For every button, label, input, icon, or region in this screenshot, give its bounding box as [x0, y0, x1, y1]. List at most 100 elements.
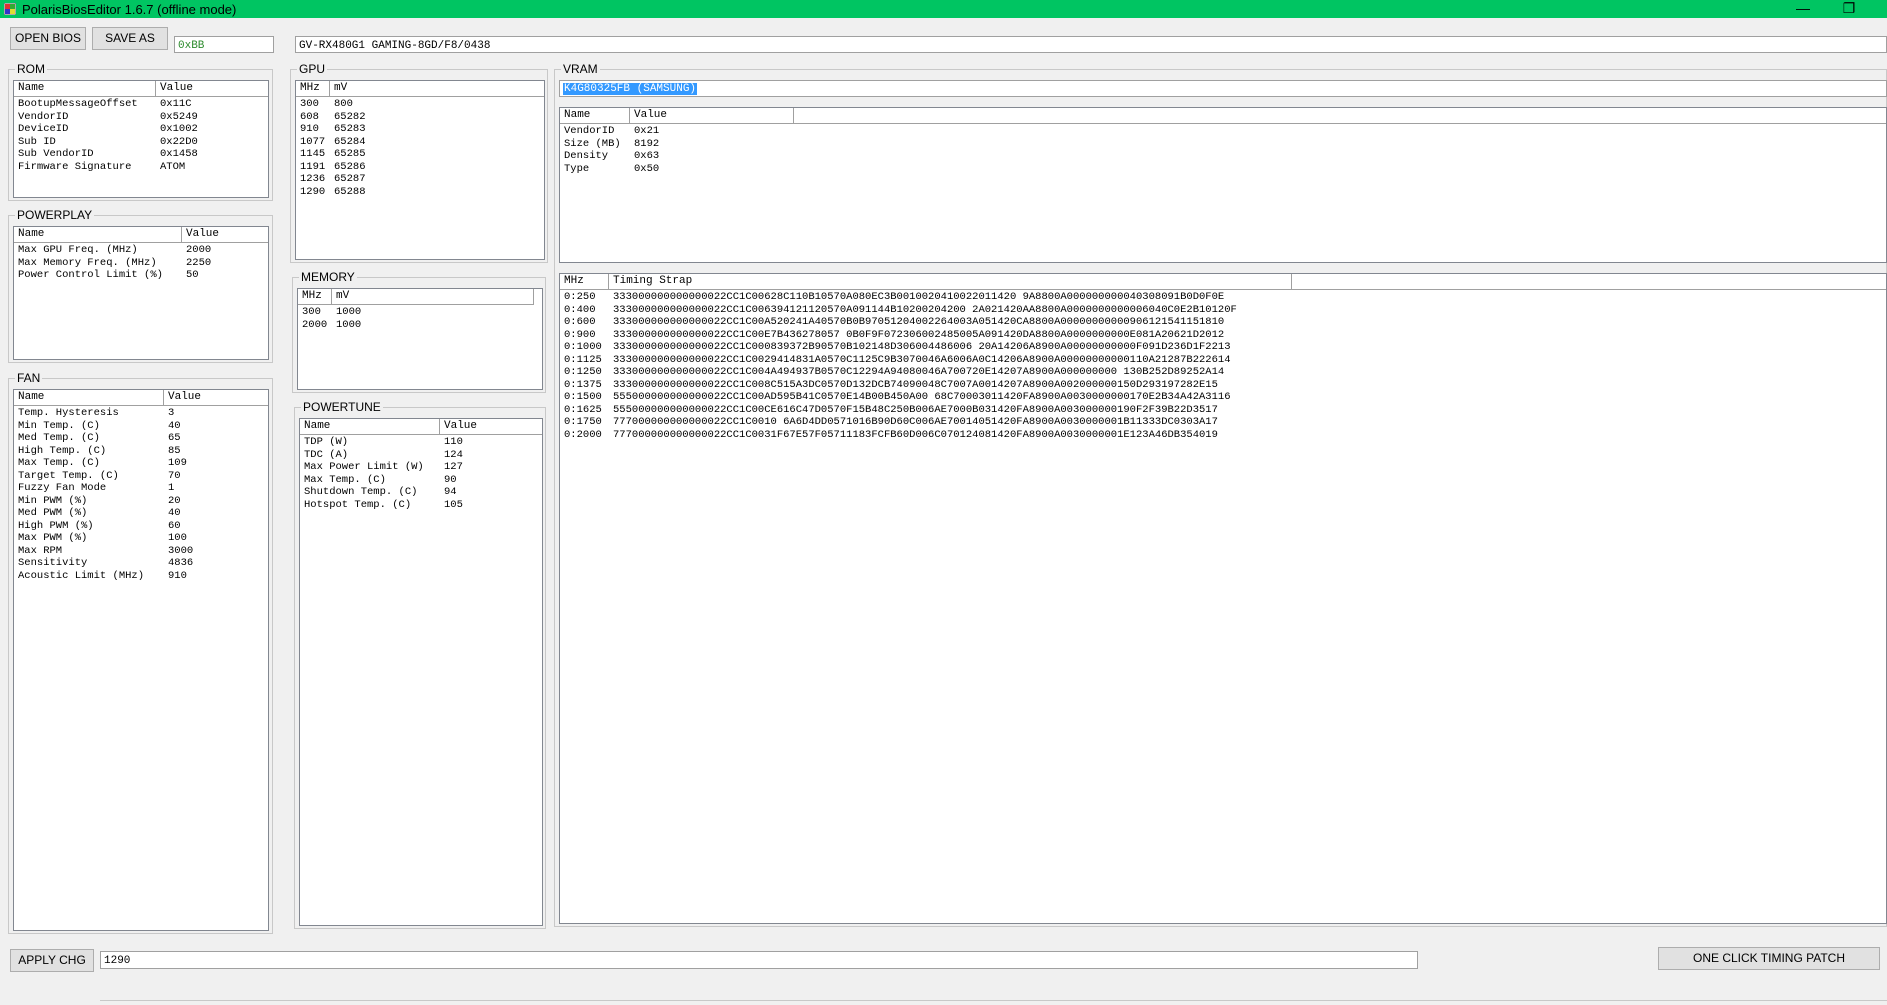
fan-row[interactable]: High Temp. (C) 85 — [14, 445, 268, 458]
vram-info-row[interactable]: VendorID 0x21 — [560, 125, 794, 138]
vram-info-row[interactable]: Density 0x63 — [560, 150, 794, 163]
column-header-value[interactable]: Value — [630, 108, 794, 123]
fan-row[interactable]: Med PWM (%) 40 — [14, 507, 268, 520]
column-header-mhz[interactable]: MHz — [560, 274, 609, 289]
fan-row[interactable]: Med Temp. (C) 65 — [14, 432, 268, 445]
cell-key: 0:900 — [564, 328, 596, 341]
powertune-row[interactable]: Hotspot Temp. (C) 105 — [300, 499, 542, 512]
column-header-mv[interactable]: mV — [332, 289, 534, 304]
timing-row[interactable]: 0:1750 777000000000000022CC1C0010 6A6D4DD… — [560, 416, 1309, 429]
fan-row[interactable]: Fuzzy Fan Mode 1 — [14, 482, 268, 495]
one-click-timing-patch-button[interactable]: ONE CLICK TIMING PATCH — [1658, 947, 1880, 970]
cell-value: 2000 — [186, 244, 212, 256]
timing-row[interactable]: 0:400 333000000000000022CC1C0063941211205… — [560, 304, 1309, 317]
column-header-name[interactable]: Name — [14, 390, 164, 405]
gpu-row[interactable]: 1290 65288 — [296, 186, 544, 199]
fan-row[interactable]: Max PWM (%) 100 — [14, 532, 268, 545]
fan-list[interactable]: Name Value Temp. Hysteresis 3 Min Temp. (C… — [13, 389, 269, 931]
edit-value-field[interactable]: 1290 — [100, 951, 1418, 969]
timing-row[interactable]: 0:1125 333000000000000022CC1C0029414831A0… — [560, 354, 1309, 367]
column-header-filler — [794, 108, 1886, 123]
gpu-row[interactable]: 1236 65287 — [296, 173, 544, 186]
column-header-name[interactable]: Name — [300, 419, 440, 434]
column-header-mhz[interactable]: MHz — [296, 81, 330, 96]
gpu-row[interactable]: 910 65283 — [296, 123, 544, 136]
timing-row[interactable]: 0:600 333000000000000022CC1C00A520241A405… — [560, 316, 1309, 329]
powerplay-row[interactable]: Power Control Limit (%) 50 — [14, 269, 268, 282]
timing-row[interactable]: 0:1500 555000000000000022CC1C00AD595B41C0… — [560, 391, 1309, 404]
checksum-field[interactable]: 0xBB — [174, 36, 274, 53]
timing-row[interactable]: 0:1000 333000000000000022CC1C000839372B90… — [560, 341, 1309, 354]
column-header-mv[interactable]: mV — [330, 81, 544, 96]
powertune-rows: TDP (W) 110 TDC (A) 124 Max Power Limit (W) 1… — [300, 436, 542, 512]
memory-list[interactable]: MHz mV 300 1000 2000 1000 — [297, 288, 543, 390]
minimize-icon[interactable]: — — [1780, 0, 1826, 18]
cell-key: 0:1000 — [564, 341, 602, 353]
fan-row[interactable]: Temp. Hysteresis 3 — [14, 407, 268, 420]
gpu-row[interactable]: 608 65282 — [296, 111, 544, 124]
cell-value: 65285 — [334, 148, 366, 160]
vram-info-list[interactable]: Name Value VendorID 0x21 Size (MB) 8192 Dens… — [559, 107, 1887, 263]
timing-row[interactable]: 0:1625 555000000000000022CC1C00CE616C47D0… — [560, 404, 1309, 417]
column-header-value[interactable]: Value — [156, 81, 268, 96]
timing-row[interactable]: 0:250 333000000000000022CC1C00628C110B105… — [560, 291, 1309, 304]
powerplay-row[interactable]: Max Memory Freq. (MHz) 2250 — [14, 257, 268, 270]
powertune-row[interactable]: TDP (W) 110 — [300, 436, 542, 449]
fan-row[interactable]: High PWM (%) 60 — [14, 520, 268, 533]
powertune-row[interactable]: Max Power Limit (W) 127 — [300, 461, 542, 474]
fan-row[interactable]: Target Temp. (C) 70 — [14, 470, 268, 483]
column-header-value[interactable]: Value — [164, 390, 268, 405]
column-header-name[interactable]: Name — [14, 81, 156, 96]
cell-key: Min Temp. (C) — [18, 419, 100, 432]
gpu-row[interactable]: 1077 65284 — [296, 136, 544, 149]
column-header-name[interactable]: Name — [14, 227, 182, 242]
vram-module-select[interactable]: K4G80325FB (SAMSUNG) — [559, 80, 1887, 97]
fan-row[interactable]: Max RPM 3000 — [14, 545, 268, 558]
memory-row[interactable]: 2000 1000 — [298, 319, 534, 332]
gpu-list[interactable]: MHz mV 300 800 608 65282 910 65283 1077 65284 11… — [295, 80, 545, 260]
timing-strap-list[interactable]: MHz Timing Strap 0:250 333000000000000022… — [559, 273, 1887, 924]
powerplay-list[interactable]: Name Value Max GPU Freq. (MHz) 2000 Max Me… — [13, 226, 269, 360]
column-header-timing-strap[interactable]: Timing Strap — [609, 274, 1292, 289]
column-header-value[interactable]: Value — [182, 227, 268, 242]
fan-row[interactable]: Sensitivity 4836 — [14, 557, 268, 570]
open-bios-button[interactable]: OPEN BIOS — [10, 27, 86, 50]
fan-row[interactable]: Acoustic Limit (MHz) 910 — [14, 570, 268, 583]
fan-row[interactable]: Min PWM (%) 20 — [14, 495, 268, 508]
powertune-list[interactable]: Name Value TDP (W) 110 TDC (A) 124 Max Power… — [299, 418, 543, 926]
rom-list[interactable]: Name Value BootupMessageOffset 0x11C Vendo… — [13, 80, 269, 198]
cell-value: 0x21 — [634, 125, 660, 137]
powertune-row[interactable]: Shutdown Temp. (C) 94 — [300, 486, 542, 499]
gpu-row[interactable]: 1145 65285 — [296, 148, 544, 161]
column-header-name[interactable]: Name — [560, 108, 630, 123]
cell-value: 4836 — [168, 557, 194, 569]
powertune-row[interactable]: Max Temp. (C) 90 — [300, 474, 542, 487]
timing-row[interactable]: 0:900 333000000000000022CC1C00E7B43627805… — [560, 329, 1309, 342]
fan-row[interactable]: Min Temp. (C) 40 — [14, 419, 268, 433]
timing-row[interactable]: 0:2000 777000000000000022CC1C0031F67E57F0… — [560, 429, 1309, 442]
vram-info-row[interactable]: Type 0x50 — [560, 163, 794, 176]
rom-row[interactable]: BootupMessageOffset 0x11C — [14, 98, 268, 111]
powerplay-row[interactable]: Max GPU Freq. (MHz) 2000 — [14, 244, 268, 257]
gpu-row[interactable]: 1191 65286 — [296, 161, 544, 174]
powertune-row[interactable]: TDC (A) 124 — [300, 449, 542, 462]
fan-row[interactable]: Max Temp. (C) 109 — [14, 457, 268, 470]
timing-row[interactable]: 0:1250 333000000000000022CC1C004A494937B0… — [560, 366, 1309, 379]
rom-row[interactable]: Sub ID 0x22D0 — [14, 136, 268, 149]
memory-row[interactable]: 300 1000 — [298, 306, 534, 319]
apply-changes-button[interactable]: APPLY CHG — [10, 949, 94, 972]
bios-name-field[interactable]: GV-RX480G1 GAMING-8GD/F8/0438 — [295, 36, 1887, 53]
rom-row[interactable]: Sub VendorID 0x1458 — [14, 148, 268, 161]
rom-row[interactable]: Firmware Signature ATOM — [14, 161, 268, 174]
cell-value: 333000000000000022CC1C006394121120570A09… — [613, 303, 1237, 316]
gpu-row[interactable]: 300 800 — [296, 98, 544, 111]
save-as-button[interactable]: SAVE AS — [92, 27, 168, 50]
rom-row[interactable]: DeviceID 0x1002 — [14, 123, 268, 136]
rom-row[interactable]: VendorID 0x5249 — [14, 111, 268, 124]
column-header-value[interactable]: Value — [440, 419, 542, 434]
column-header-mhz[interactable]: MHz — [298, 289, 332, 304]
cell-value: 0x1458 — [160, 148, 198, 160]
restore-icon[interactable]: ❐ — [1826, 0, 1872, 18]
timing-row[interactable]: 0:1375 333000000000000022CC1C008C515A3DC0… — [560, 379, 1309, 392]
vram-info-row[interactable]: Size (MB) 8192 — [560, 138, 794, 151]
